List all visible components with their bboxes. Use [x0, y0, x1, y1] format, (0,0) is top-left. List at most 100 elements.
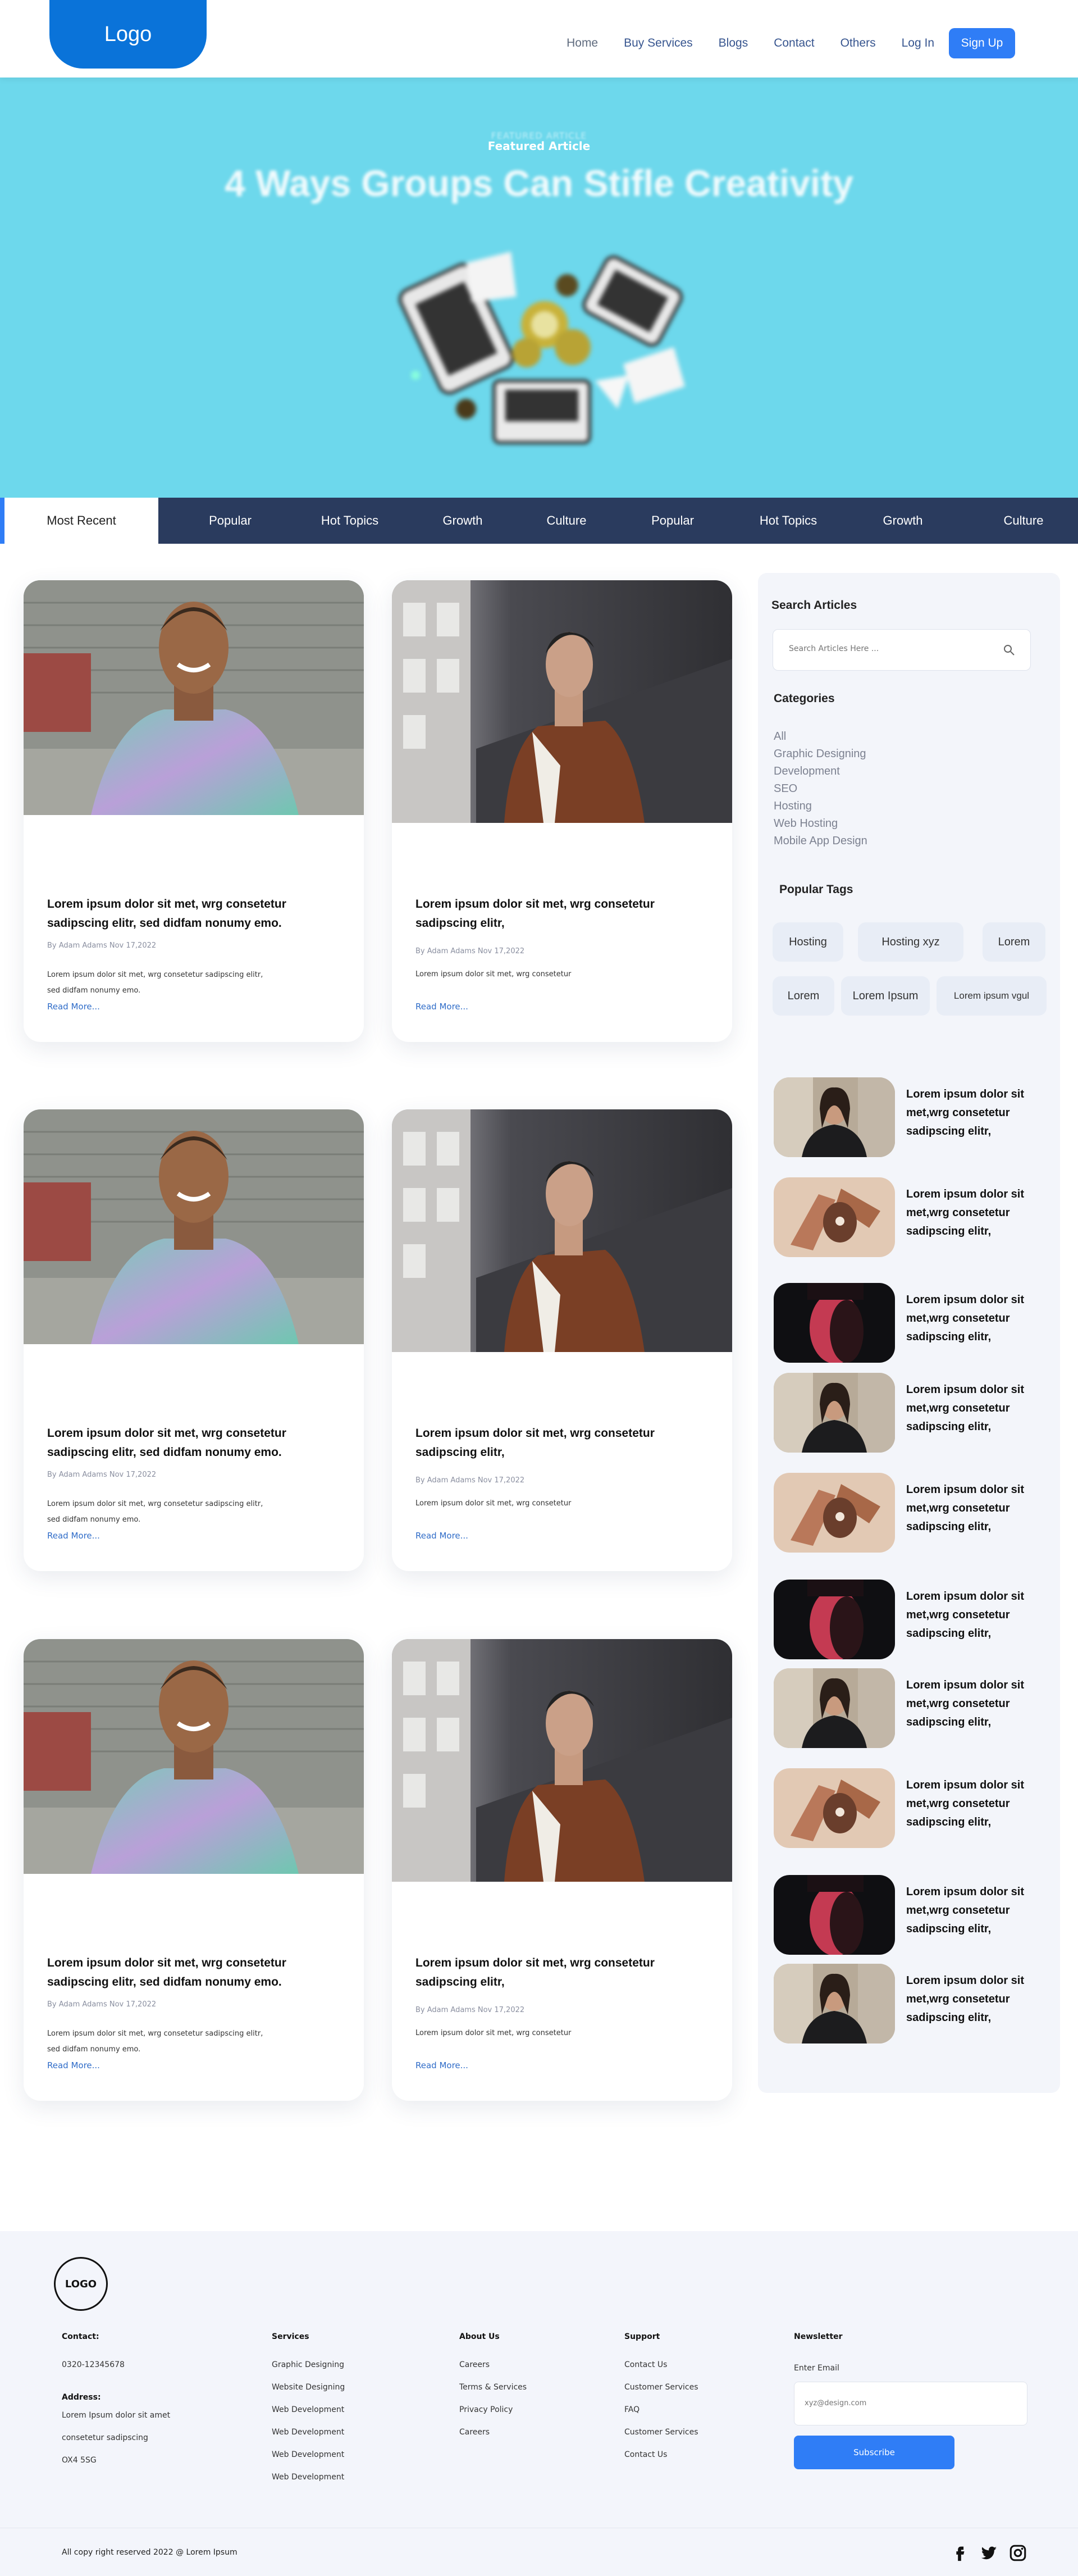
article-title[interactable]: Lorem ipsum dolor sit met, wrg consetetu…	[415, 895, 719, 933]
side-post-title[interactable]: Lorem ipsum dolor sit met,wrg consetetur…	[906, 1185, 1047, 1241]
nav-home[interactable]: Home	[567, 37, 598, 50]
facebook-icon[interactable]	[950, 2543, 969, 2563]
newsletter-label: Enter Email	[794, 2364, 839, 2373]
tab-hot-topics-2[interactable]: Hot Topics	[740, 498, 837, 544]
side-post[interactable]: Lorem ipsum dolor sit met,wrg consetetur…	[774, 1875, 1049, 1955]
tab-culture-2[interactable]: Culture	[969, 498, 1078, 544]
tag-chip[interactable]: Hosting xyz	[858, 922, 963, 962]
tab-hot-topics[interactable]: Hot Topics	[302, 498, 398, 544]
newsletter-email-field[interactable]	[794, 2382, 1027, 2425]
category-mobile-app-design[interactable]: Mobile App Design	[774, 832, 867, 850]
side-post[interactable]: Lorem ipsum dolor sit met,wrg consetetur…	[774, 1473, 1049, 1553]
side-post-title[interactable]: Lorem ipsum dolor sit met,wrg consetetur…	[906, 1381, 1047, 1436]
side-post[interactable]: Lorem ipsum dolor sit met,wrg consetetur…	[774, 1580, 1049, 1659]
footer-link[interactable]: Website Designing	[272, 2376, 345, 2398]
article-card[interactable]: Lorem ipsum dolor sit met, wrg consetetu…	[392, 1109, 732, 1571]
tab-most-recent[interactable]: Most Recent	[0, 498, 158, 544]
search-icon[interactable]	[1002, 643, 1016, 657]
search-field[interactable]	[773, 629, 1031, 671]
footer-newsletter: Newsletter	[794, 2332, 843, 2354]
side-post[interactable]: Lorem ipsum dolor sit met,wrg consetetur…	[774, 1964, 1049, 2043]
category-all[interactable]: All	[774, 728, 867, 745]
side-post[interactable]: Lorem ipsum dolor sit met,wrg consetetur…	[774, 1668, 1049, 1748]
tab-growth[interactable]: Growth	[398, 498, 528, 544]
read-more-link[interactable]: Read More...	[47, 1002, 100, 1012]
side-post[interactable]: Lorem ipsum dolor sit met,wrg consetetur…	[774, 1768, 1049, 1848]
tag-chip[interactable]: Lorem	[983, 922, 1045, 962]
side-post-title[interactable]: Lorem ipsum dolor sit met,wrg consetetur…	[906, 1883, 1047, 1938]
category-graphic-designing[interactable]: Graphic Designing	[774, 745, 867, 763]
newsletter-email-input[interactable]	[805, 2399, 1018, 2407]
footer-contact-heading: Contact:	[62, 2332, 99, 2341]
read-more-link[interactable]: Read More...	[415, 1002, 468, 1012]
footer-link[interactable]: Careers	[459, 2421, 527, 2443]
category-seo[interactable]: SEO	[774, 780, 867, 798]
category-hosting[interactable]: Hosting	[774, 798, 867, 815]
side-post-title[interactable]: Lorem ipsum dolor sit met,wrg consetetur…	[906, 1776, 1047, 1832]
tab-culture[interactable]: Culture	[528, 498, 605, 544]
footer-link[interactable]: Contact Us	[624, 2443, 698, 2466]
footer-link[interactable]: FAQ	[624, 2398, 698, 2421]
tab-popular-2[interactable]: Popular	[605, 498, 740, 544]
nav-login[interactable]: Log In	[902, 37, 934, 50]
footer-logo[interactable]: LOGO	[54, 2257, 108, 2311]
side-post[interactable]: Lorem ipsum dolor sit met,wrg consetetur…	[774, 1283, 1049, 1363]
read-more-link[interactable]: Read More...	[47, 1531, 100, 1541]
footer-link[interactable]: Customer Services	[624, 2421, 698, 2443]
footer-link[interactable]: Web Development	[272, 2421, 345, 2443]
category-development[interactable]: Development	[774, 763, 867, 780]
article-title[interactable]: Lorem ipsum dolor sit met, wrg consetetu…	[47, 895, 350, 933]
side-post[interactable]: Lorem ipsum dolor sit met,wrg consetetur…	[774, 1077, 1049, 1157]
article-card[interactable]: Lorem ipsum dolor sit met, wrg consetetu…	[24, 1639, 364, 2101]
category-web-hosting[interactable]: Web Hosting	[774, 815, 867, 832]
read-more-link[interactable]: Read More...	[47, 2060, 100, 2070]
side-post-title[interactable]: Lorem ipsum dolor sit met,wrg consetetur…	[906, 1676, 1047, 1732]
article-card[interactable]: Lorem ipsum dolor sit met, wrg consetetu…	[24, 580, 364, 1042]
footer-link[interactable]: Terms & Services	[459, 2376, 527, 2398]
article-title[interactable]: Lorem ipsum dolor sit met, wrg consetetu…	[47, 1954, 350, 1992]
side-post-title[interactable]: Lorem ipsum dolor sit met,wrg consetetur…	[906, 1587, 1047, 1643]
side-post-title[interactable]: Lorem ipsum dolor sit met,wrg consetetur…	[906, 1972, 1047, 2027]
signup-button[interactable]: Sign Up	[949, 28, 1015, 58]
tab-popular[interactable]: Popular	[158, 498, 302, 544]
side-post[interactable]: Lorem ipsum dolor sit met,wrg consetetur…	[774, 1373, 1049, 1453]
tag-chip[interactable]: Lorem	[773, 976, 834, 1016]
footer-link[interactable]: Web Development	[272, 2398, 345, 2421]
tab-growth-2[interactable]: Growth	[837, 498, 969, 544]
tag-chip[interactable]: Hosting	[773, 922, 843, 962]
read-more-link[interactable]: Read More...	[415, 1531, 468, 1541]
nav-blogs[interactable]: Blogs	[719, 37, 748, 50]
search-input[interactable]	[789, 644, 991, 653]
article-card[interactable]: Lorem ipsum dolor sit met, wrg consetetu…	[392, 1639, 732, 2101]
instagram-icon[interactable]	[1008, 2543, 1027, 2563]
nav-buy-services[interactable]: Buy Services	[624, 37, 693, 50]
twitter-icon[interactable]	[979, 2543, 998, 2563]
article-card[interactable]: Lorem ipsum dolor sit met, wrg consetetu…	[392, 580, 732, 1042]
side-post-title[interactable]: Lorem ipsum dolor sit met,wrg consetetur…	[906, 1481, 1047, 1536]
footer-contact: Contact: 0320-12345678 Address: Lorem Ip…	[62, 2332, 170, 2472]
article-title[interactable]: Lorem ipsum dolor sit met, wrg consetetu…	[415, 1424, 719, 1462]
footer-link[interactable]: Graphic Designing	[272, 2354, 345, 2376]
hero-title[interactable]: 4 Ways Groups Can Stifle Creativity	[0, 162, 1078, 204]
tag-chip[interactable]: Lorem Ipsum	[841, 976, 930, 1016]
read-more-link[interactable]: Read More...	[415, 2060, 468, 2070]
article-title[interactable]: Lorem ipsum dolor sit met, wrg consetetu…	[415, 1954, 719, 1992]
article-card[interactable]: Lorem ipsum dolor sit met, wrg consetetu…	[24, 1109, 364, 1571]
tag-chip[interactable]: Lorem ipsum vgul	[937, 976, 1047, 1016]
footer-link[interactable]: Web Development	[272, 2443, 345, 2466]
nav-contact[interactable]: Contact	[774, 37, 814, 50]
side-post-title[interactable]: Lorem ipsum dolor sit met,wrg consetetur…	[906, 1291, 1047, 1346]
subscribe-button[interactable]: Subscribe	[794, 2436, 954, 2469]
article-title[interactable]: Lorem ipsum dolor sit met, wrg consetetu…	[47, 1424, 350, 1462]
footer-link[interactable]: Contact Us	[624, 2354, 698, 2376]
footer-phone[interactable]: 0320-12345678	[62, 2354, 170, 2376]
footer-link[interactable]: Careers	[459, 2354, 527, 2376]
site-logo[interactable]: Logo	[49, 0, 207, 69]
nav-others[interactable]: Others	[841, 37, 876, 50]
footer-link[interactable]: Privacy Policy	[459, 2398, 527, 2421]
side-post-title[interactable]: Lorem ipsum dolor sit met,wrg consetetur…	[906, 1085, 1047, 1141]
post-thumb-hands-frame	[774, 1177, 895, 1257]
side-post[interactable]: Lorem ipsum dolor sit met,wrg consetetur…	[774, 1177, 1049, 1257]
footer-link[interactable]: Web Development	[272, 2466, 345, 2488]
footer-link[interactable]: Customer Services	[624, 2376, 698, 2398]
